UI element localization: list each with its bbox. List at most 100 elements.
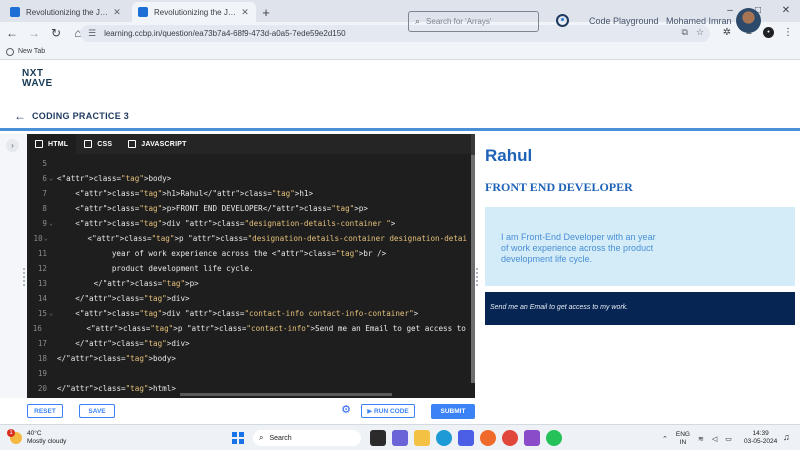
reload-icon[interactable]: ↻ [46,23,66,43]
code-line[interactable]: 13 </"attr">class="tag">p> [27,276,467,291]
user-name[interactable]: Mohamed Imran [666,16,732,26]
line-number: 10 [33,234,43,243]
browser-tab-1[interactable]: Revolutionizing the Job Market ✕ [4,2,128,22]
code-line[interactable]: 16 <"attr">class="tag">p "attr">class="c… [27,321,467,336]
close-tab-icon[interactable]: ✕ [240,7,250,18]
code-lines[interactable]: 5 6 ⌄ <"attr">class="tag">body> 7 <"attr">cl… [27,156,467,398]
search-input[interactable]: ⌕ Search for 'Arrays' [408,11,539,32]
browser-tab-2[interactable]: Revolutionizing the Job Market ✕ [132,2,256,22]
line-number: 9 [42,219,47,228]
search-icon: ⌕ [259,433,264,442]
battery-icon[interactable]: ▭ [725,435,732,443]
tab-css[interactable]: CSS [76,134,120,154]
teams-chat-icon[interactable] [392,430,408,446]
extensions-icon[interactable]: ✲ [719,24,735,40]
file-explorer-icon[interactable] [414,430,430,446]
gear-icon[interactable]: ⚙ [340,404,352,416]
tab-label: CSS [97,140,113,148]
tab-javascript[interactable]: JAVASCRIPT [120,134,194,154]
avatar[interactable] [736,8,761,33]
code-line[interactable]: 19 [27,366,467,381]
search-placeholder: Search for 'Arrays' [426,17,492,26]
open-in-app-icon[interactable]: ⧉ [681,27,687,38]
code-line[interactable]: 11 year of work experience across the <"… [27,246,467,261]
code-text: <"attr">class="tag">div "attr">class="de… [57,219,396,228]
code-line[interactable]: 18 </"attr">class="tag">body> [27,351,467,366]
globe-icon [6,47,14,56]
close-window-button[interactable]: ✕ [772,0,800,20]
editor-scrollbar[interactable] [471,155,475,383]
logo-line-2: WAVE [22,78,53,89]
volume-icon[interactable]: ◁ [712,435,717,443]
visual-studio-icon[interactable] [524,430,540,446]
chevron-up-icon[interactable]: ⌃ [662,435,668,443]
site-info-icon[interactable]: ☰ [88,28,96,39]
os-taskbar: 1 40°C Mostly cloudy ⌕ Search ⌃ ENG IN ≋… [0,424,800,450]
back-arrow-icon[interactable]: ← [14,109,28,123]
code-playground-link[interactable]: Code Playground [589,16,659,26]
code-line[interactable]: 6 ⌄ <"attr">class="tag">body> [27,171,467,186]
fold-chevron-icon[interactable]: ⌄ [47,220,55,227]
bookmark-star-icon[interactable]: ☆ [696,27,704,38]
reset-button[interactable]: RESET [27,404,63,418]
edge-icon[interactable] [436,430,452,446]
code-line[interactable]: 14 </"attr">class="tag">div> [27,291,467,306]
nxtwave-logo[interactable]: NXT WAVE [22,69,72,89]
code-line[interactable]: 12 product development life cycle. [27,261,467,276]
address-bar[interactable]: ☰ learning.ccbp.in/question/ea73b7a4-68f… [80,25,710,42]
line-number: 19 [37,369,47,378]
language-indicator[interactable]: ENG IN [676,431,690,447]
code-line[interactable]: 17 </"attr">class="tag">div> [27,336,467,351]
tab-html[interactable]: HTML [27,134,77,154]
profile-avatar-icon[interactable]: • [763,26,774,38]
code-line[interactable]: 5 [27,156,467,171]
clock-date: 03-05-2024 [744,438,778,445]
code-line[interactable]: 15 ⌄ <"attr">class="tag">div "attr">class… [27,306,467,321]
practice-header: ← CODING PRACTICE 3 [0,103,800,131]
fold-chevron-icon[interactable]: ⌄ [47,175,55,182]
resize-handle[interactable] [23,268,25,286]
code-text: <"attr">class="tag">div "attr">class="co… [57,309,419,318]
new-tab-button[interactable]: + [256,2,276,22]
url-text: learning.ccbp.in/question/ea73b7a4-68f9-… [104,29,346,38]
tab-title: Revolutionizing the Job Market [26,7,112,17]
code-line[interactable]: 10 ⌄ <"attr">class="tag">p "attr">class="… [27,231,467,246]
designation-details-container: I am Front-End Developer with an year of… [485,207,795,286]
close-tab-icon[interactable]: ✕ [112,7,122,18]
store-icon[interactable] [458,430,474,446]
code-line[interactable]: 7 <"attr">class="tag">h1>Rahul</"attr">c… [27,186,467,201]
taskbar-search[interactable]: ⌕ Search [253,430,361,446]
preview-role: FRONT END DEVELOPER [485,180,633,194]
preview-heading-name: Rahul [485,146,533,165]
task-view-icon[interactable] [370,430,386,446]
chrome-icon[interactable] [502,430,518,446]
whatsapp-icon[interactable] [546,430,562,446]
firefox-icon[interactable] [480,430,496,446]
editor-horizontal-scrollbar[interactable] [180,393,392,396]
css-file-icon [84,140,93,148]
lang-line-2: IN [679,439,687,446]
line-number: 14 [37,294,47,303]
bookmark-new-tab[interactable]: New Tab [18,48,45,55]
notification-bell-icon[interactable]: ♫ [783,432,790,442]
editor-tab-bar: HTML CSS JAVASCRIPT [27,134,475,154]
chevron-right-icon[interactable]: › [6,139,19,152]
fold-chevron-icon[interactable]: ⌄ [47,310,55,317]
clock[interactable]: 14:39 03-05-2024 [744,430,777,446]
code-line[interactable]: 9 ⌄ <"attr">class="tag">div "attr">class=… [27,216,467,231]
panel-resize-handle[interactable] [476,268,478,286]
windows-start-icon[interactable] [232,432,244,444]
back-icon[interactable]: ← [2,23,22,43]
wifi-icon[interactable]: ≋ [698,435,704,443]
browser-menu-icon[interactable]: ⋮ [780,24,796,40]
submit-button[interactable]: SUBMIT [431,404,475,419]
timer-icon[interactable] [556,14,569,27]
code-editor[interactable]: HTML CSS JAVASCRIPT 5 6 ⌄ <"attr">class="ta… [27,134,475,398]
forward-icon[interactable]: → [24,23,44,43]
save-button[interactable]: SAVE [79,404,115,418]
weather-widget[interactable]: 1 40°C Mostly cloudy [7,429,66,446]
code-line[interactable]: 8 <"attr">class="tag">p>FRONT END DEVELO… [27,201,467,216]
run-code-button[interactable]: ▶ RUN CODE [361,404,415,418]
bookmarks-bar: New Tab [0,44,800,60]
editor-action-bar: RESET SAVE ⚙ ▶ RUN CODE SUBMIT [0,398,478,424]
